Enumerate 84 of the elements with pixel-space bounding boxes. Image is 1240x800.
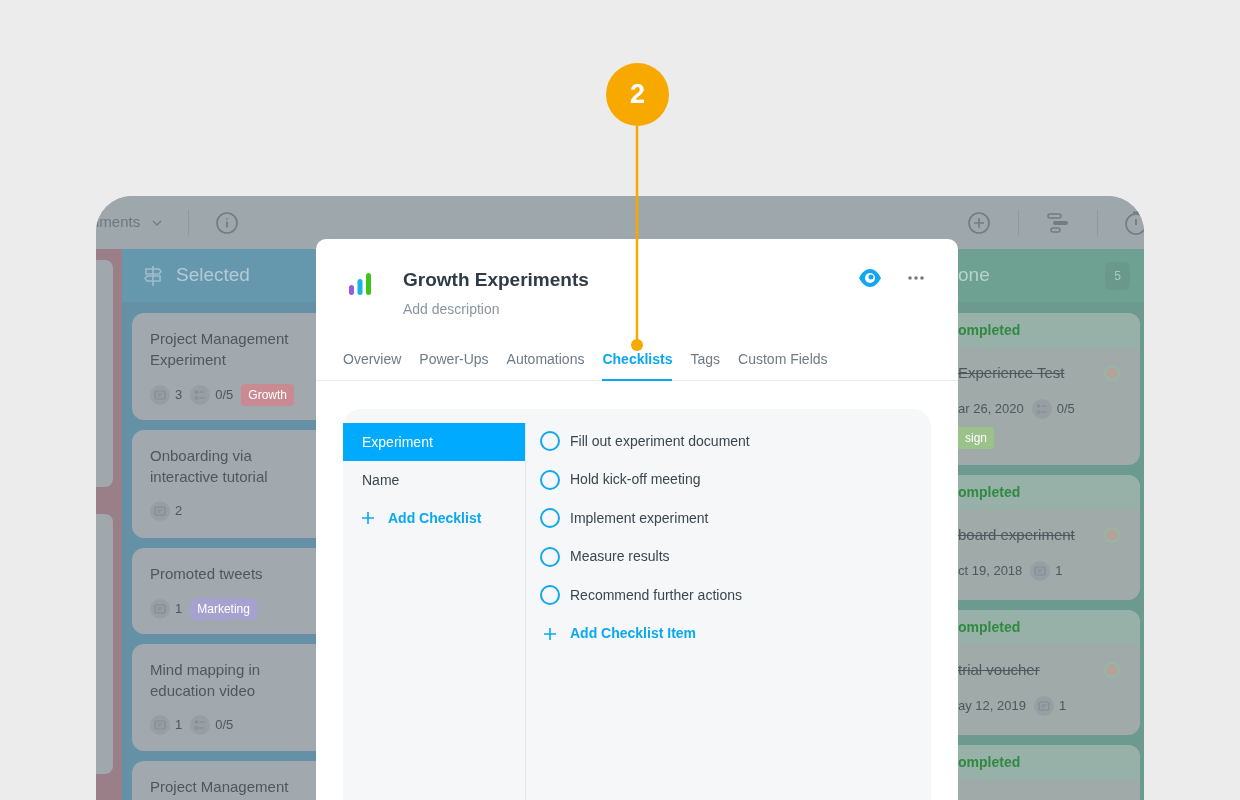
comment-icon xyxy=(1033,695,1054,716)
comment-icon xyxy=(150,385,170,405)
tab[interactable]: Custom Fields xyxy=(738,349,828,381)
description-field[interactable]: Add description xyxy=(403,299,703,320)
tab[interactable]: Tags xyxy=(690,349,721,381)
card[interactable]: Project Management xyxy=(132,761,316,800)
checklist-item[interactable]: Experiment xyxy=(343,423,525,461)
tab[interactable]: Power-Ups xyxy=(419,349,489,381)
comment-count: 1 xyxy=(175,716,183,735)
comment-icon xyxy=(1030,560,1051,581)
card[interactable]: ompleted trial voucher ay 12, 2019 1 xyxy=(958,610,1140,735)
checklist-count: 0/5 xyxy=(215,716,234,735)
project-title: Growth Experiments xyxy=(403,268,590,292)
card-title: Project Management Experiment xyxy=(150,329,290,370)
chevron-icon xyxy=(152,219,163,226)
card[interactable]: Promoted tweets 1 Marketing xyxy=(132,548,316,634)
signpost-icon xyxy=(144,264,162,287)
timer-icon[interactable] xyxy=(1124,210,1144,235)
card[interactable]: ompleted board experiment ct 19, 2018 1 xyxy=(958,475,1140,600)
checklist-item[interactable]: Name xyxy=(343,461,525,499)
add-item-button[interactable]: Add Checklist Item xyxy=(540,614,931,653)
count-badge: 5 xyxy=(1105,261,1130,290)
card-title: Onboarding via interactive tutorial xyxy=(150,446,269,487)
card-title: Mind mapping in education video xyxy=(150,660,262,701)
comment-icon xyxy=(150,599,170,619)
tab[interactable]: Overview xyxy=(343,349,402,381)
checklist-count: 0/5 xyxy=(1056,399,1075,418)
checkbox[interactable] xyxy=(540,546,560,567)
column-title: Selected xyxy=(176,263,250,288)
checklist-icon xyxy=(1031,398,1052,419)
avatar xyxy=(1104,662,1120,679)
checklist-icon xyxy=(190,715,211,735)
checklist-task: Recommend further actions xyxy=(570,585,742,605)
comment-icon xyxy=(150,501,170,521)
checkbox[interactable] xyxy=(540,431,560,452)
comment-count: 1 xyxy=(1058,696,1067,715)
card[interactable]: Onboarding via interactive tutorial 2 xyxy=(132,430,316,538)
due-date: ar 26, 2020 xyxy=(958,399,1024,418)
card-title: Experience Test xyxy=(958,363,1065,383)
card-title: board experiment xyxy=(958,525,1075,545)
plus-icon xyxy=(362,512,374,524)
add-checklist-button[interactable]: Add Checklist xyxy=(343,499,525,537)
checklist-task: Hold kick-off meeting xyxy=(570,470,701,490)
comment-count: 3 xyxy=(175,386,183,405)
checkbox[interactable] xyxy=(540,469,560,490)
tag: sign xyxy=(958,426,994,449)
eye-icon[interactable] xyxy=(858,268,882,288)
status-label: ompleted xyxy=(958,321,1021,340)
comment-icon xyxy=(150,715,170,735)
avatar xyxy=(1104,365,1120,382)
checkbox[interactable] xyxy=(540,585,560,606)
avatar xyxy=(1104,527,1120,544)
tag: Marketing xyxy=(190,598,257,620)
due-date: ct 19, 2018 xyxy=(958,561,1023,580)
card[interactable]: Project Management Experiment 3 0/5 Growth xyxy=(132,313,316,420)
chart-logo-icon xyxy=(348,272,372,296)
more-icon[interactable] xyxy=(908,276,924,280)
checklist-icon xyxy=(190,385,211,405)
card-title: trial voucher xyxy=(958,660,1040,680)
column-title: one xyxy=(958,263,990,288)
card-title: Promoted tweets xyxy=(150,564,264,584)
timeline-icon[interactable] xyxy=(1047,212,1069,233)
status-label: ompleted xyxy=(958,753,1021,772)
tab[interactable]: Automations xyxy=(506,349,585,381)
plus-icon xyxy=(544,627,556,640)
card[interactable]: ompleted Experience Test ar 26, 2020 0/5 sign xyxy=(958,313,1140,465)
checklist-task: Measure results xyxy=(570,547,670,567)
card[interactable]: ompleted xyxy=(958,745,1140,800)
due-date: ay 12, 2019 xyxy=(958,696,1026,715)
card[interactable]: Mind mapping in education video 1 0/5 xyxy=(132,644,316,751)
status-label: ompleted xyxy=(958,483,1021,502)
step-badge: 2 xyxy=(606,63,669,126)
comment-count: 1 xyxy=(175,600,183,619)
checklist-count: 0/5 xyxy=(215,386,234,405)
add-icon[interactable] xyxy=(968,211,990,234)
tag: Growth xyxy=(241,384,294,406)
comment-count: 1 xyxy=(1055,561,1063,580)
info-icon[interactable] xyxy=(216,211,239,234)
card-title: Project Management xyxy=(150,777,290,797)
comment-count: 2 xyxy=(175,502,183,521)
status-label: ompleted xyxy=(958,618,1021,637)
checklist-task: Implement experiment xyxy=(570,508,709,528)
checklist-task: Fill out experiment document xyxy=(570,431,750,451)
checkbox[interactable] xyxy=(540,508,560,529)
